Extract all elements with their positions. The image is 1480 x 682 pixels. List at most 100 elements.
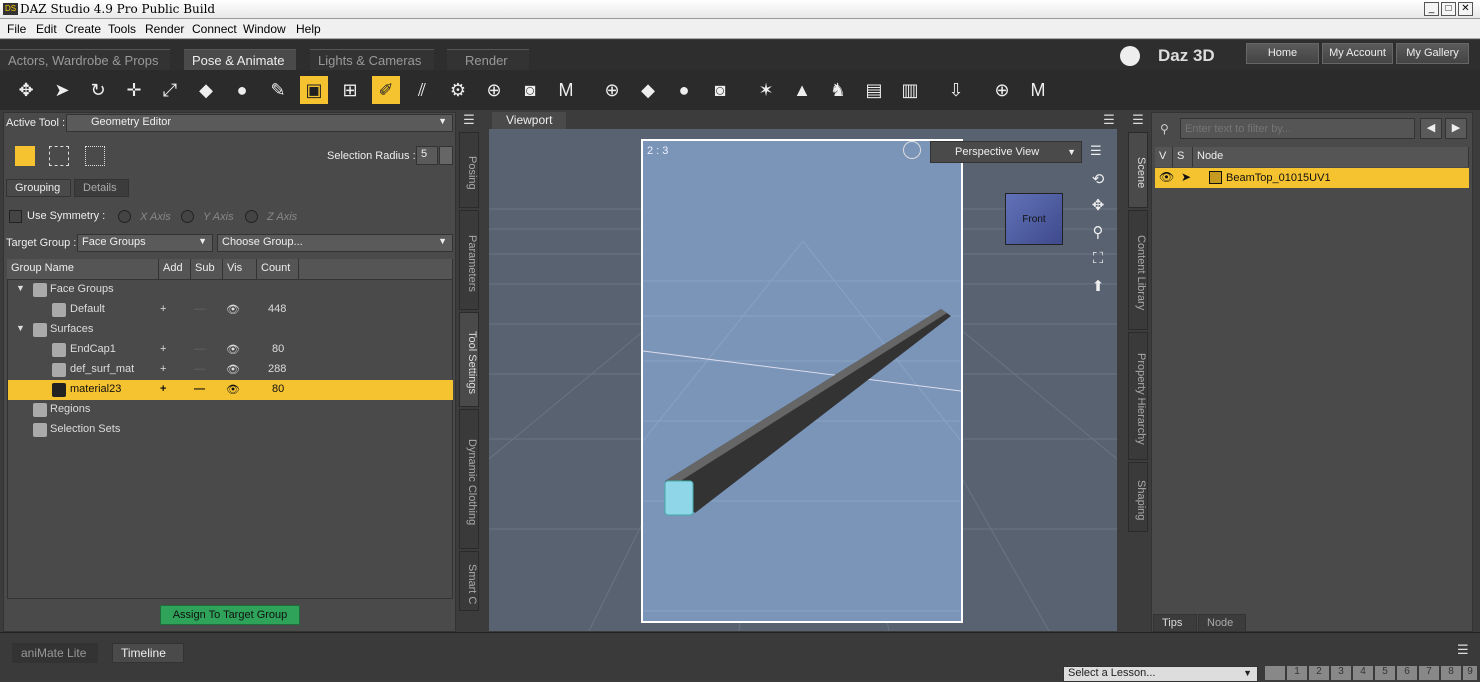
beam-object[interactable]	[643, 141, 961, 621]
page-button[interactable]: 2	[1309, 666, 1329, 680]
target-group-select[interactable]: Face Groups ▼	[77, 234, 213, 252]
menu-render[interactable]: Render	[145, 22, 184, 36]
room-tab-pose-animate[interactable]: Pose & Animate	[184, 49, 296, 71]
orbit3-icon[interactable]: ⊕	[988, 76, 1016, 104]
node-weight-icon[interactable]: ✎	[264, 76, 292, 104]
eye-icon[interactable]: 👁	[226, 363, 240, 376]
universal-tool-icon[interactable]: ✥	[12, 76, 40, 104]
perspective-view-select[interactable]: Perspective View ▼	[930, 141, 1082, 163]
home-button[interactable]: Home	[1246, 43, 1319, 64]
x-axis-radio[interactable]	[118, 210, 131, 223]
side-tab-property-hierarchy[interactable]: Property Hierarchy	[1128, 332, 1148, 460]
tab-timeline[interactable]: Timeline	[112, 643, 184, 663]
choose-group-select[interactable]: Choose Group... ▼	[217, 234, 453, 252]
scale-icon[interactable]: ⤢	[156, 76, 184, 104]
camera-icon[interactable]: ◙	[516, 76, 544, 104]
frame-camera-icon[interactable]: ⛶	[1088, 250, 1108, 270]
my-gallery-button[interactable]: My Gallery	[1396, 43, 1469, 64]
col-sub[interactable]: Sub	[191, 259, 223, 279]
reset-camera-icon[interactable]: ⬆	[1088, 277, 1108, 297]
side-tab-tool-settings[interactable]: Tool Settings	[459, 312, 479, 407]
region-navigator-icon[interactable]: ⊞	[336, 76, 364, 104]
menu-window[interactable]: Window	[243, 22, 286, 36]
viewport-tab[interactable]: Viewport	[492, 112, 566, 130]
col-count[interactable]: Count	[257, 259, 299, 279]
room-tab-render[interactable]: Render	[447, 49, 529, 71]
room-tab-actors[interactable]: Actors, Wardrobe & Props	[0, 49, 170, 71]
next-arrow-icon[interactable]: ▶	[1445, 118, 1467, 139]
side-tab-parameters[interactable]: Parameters	[459, 210, 479, 310]
light-icon[interactable]: ✶	[752, 76, 780, 104]
group-row-def-surf-mat[interactable]: def_surf_mat + — 👁 288	[7, 360, 453, 380]
side-tab-dynamic-clothing[interactable]: Dynamic Clothing	[459, 409, 479, 549]
side-tab-posing[interactable]: Posing	[459, 132, 479, 208]
add-button[interactable]: +	[160, 383, 166, 395]
camera2-icon[interactable]: ◙	[706, 76, 734, 104]
page-button[interactable]: 7	[1419, 666, 1439, 680]
lesson-icon[interactable]	[1265, 666, 1285, 680]
tab-grouping[interactable]: Grouping	[6, 179, 71, 197]
menu-tools[interactable]: Tools	[108, 22, 136, 36]
page-button[interactable]: 3	[1331, 666, 1351, 680]
minimize-button[interactable]: _	[1424, 2, 1439, 16]
morph2-icon[interactable]: M	[1024, 76, 1052, 104]
joint-editor-icon[interactable]: ●	[228, 76, 256, 104]
prop-icon[interactable]: ▤	[860, 76, 888, 104]
visible-eye-icon[interactable]: 👁	[1159, 170, 1174, 184]
symmetry-checkbox[interactable]	[9, 210, 22, 223]
col-node[interactable]: Node	[1193, 147, 1469, 167]
figure-tool-icon[interactable]: ⚙	[444, 76, 472, 104]
menu-connect[interactable]: Connect	[192, 22, 237, 36]
morph-icon[interactable]: M	[552, 76, 580, 104]
page-button[interactable]: 6	[1397, 666, 1417, 680]
spline-tool-icon[interactable]: ⫽	[408, 76, 436, 104]
col-vis[interactable]: Vis	[223, 259, 257, 279]
orbit2-icon[interactable]: ⊕	[598, 76, 626, 104]
prop2-icon[interactable]: ▥	[896, 76, 924, 104]
eye-icon[interactable]: 👁	[226, 303, 240, 316]
pane-menu-icon[interactable]: ☰	[460, 112, 478, 130]
menu-help[interactable]: Help	[296, 22, 321, 36]
viewport-menu-icon[interactable]: ☰	[1100, 112, 1118, 130]
expand-icon[interactable]: ▼	[16, 323, 25, 333]
group-row-selection-sets[interactable]: Selection Sets	[7, 420, 453, 440]
my-account-button[interactable]: My Account	[1322, 43, 1393, 64]
add-button[interactable]: +	[160, 363, 166, 375]
orbit-icon[interactable]: ⊕	[480, 76, 508, 104]
close-button[interactable]: ✕	[1458, 2, 1473, 16]
figure2-icon[interactable]: ●	[670, 76, 698, 104]
pan-camera-icon[interactable]: ✥	[1088, 196, 1108, 216]
add-button[interactable]: +	[160, 303, 166, 315]
tab-details[interactable]: Details	[74, 179, 129, 197]
tab-node[interactable]: Node	[1198, 614, 1246, 632]
selection-radius-input[interactable]: 5	[416, 146, 438, 165]
scene-node-row[interactable]: 👁 ➤ BeamTop_01015UV1	[1155, 168, 1469, 188]
page-button[interactable]: 5	[1375, 666, 1395, 680]
geometry-editor-icon[interactable]: ▣	[300, 76, 328, 104]
sub-button[interactable]: —	[194, 363, 205, 375]
zoom-camera-icon[interactable]: ⚲	[1088, 223, 1108, 243]
geometry-select-icon[interactable]	[15, 146, 35, 166]
menu-file[interactable]: File	[7, 22, 26, 36]
sub-button[interactable]: —	[194, 383, 205, 395]
maximize-button[interactable]: □	[1441, 2, 1456, 16]
sub-button[interactable]: —	[194, 343, 205, 355]
assign-to-target-group-button[interactable]: Assign To Target Group	[160, 605, 300, 625]
col-group-name[interactable]: Group Name	[7, 259, 159, 279]
rotate-icon[interactable]: ↻	[84, 76, 112, 104]
surface2-icon[interactable]: ◆	[634, 76, 662, 104]
selection-radius-slider[interactable]	[439, 146, 453, 165]
page-button[interactable]: 8	[1441, 666, 1461, 680]
col-selectable[interactable]: S	[1173, 147, 1193, 167]
col-visible[interactable]: V	[1155, 147, 1173, 167]
page-button[interactable]: 1	[1287, 666, 1307, 680]
group-row-surfaces[interactable]: ▼ Surfaces	[7, 320, 453, 340]
room-tab-lights-cameras[interactable]: Lights & Cameras	[310, 49, 434, 71]
render-preview-icon[interactable]	[903, 141, 921, 159]
bottom-menu-icon[interactable]: ☰	[1457, 642, 1475, 658]
z-axis-radio[interactable]	[245, 210, 258, 223]
node-selection-icon[interactable]: ➤	[48, 76, 76, 104]
menu-create[interactable]: Create	[65, 22, 101, 36]
menu-edit[interactable]: Edit	[36, 22, 57, 36]
orbit-camera-icon[interactable]: ⟲	[1088, 170, 1108, 188]
